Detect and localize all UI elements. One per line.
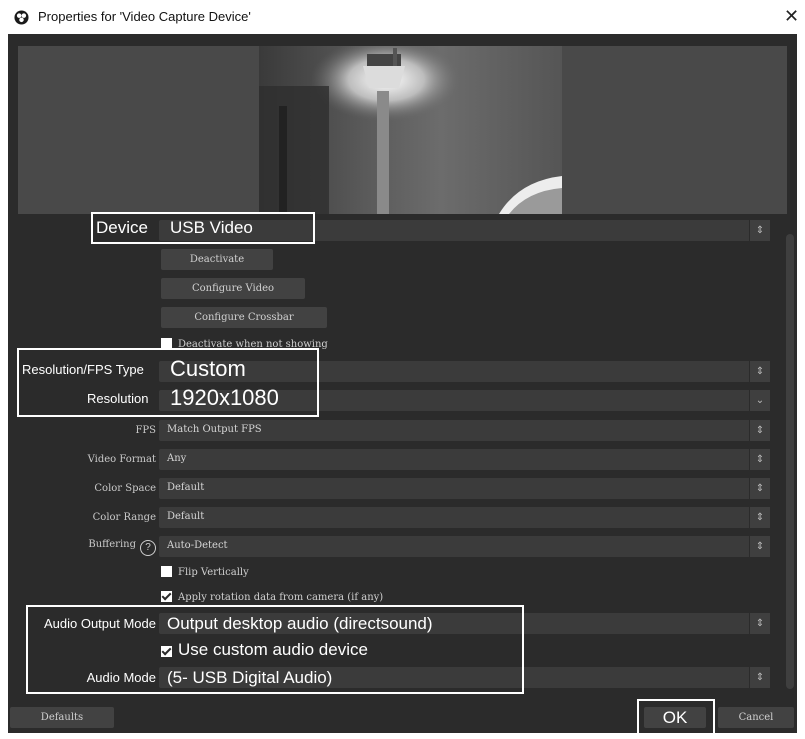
color-range-value: Default [167, 511, 205, 522]
updown-spinner-icon[interactable]: ⇕ [749, 478, 770, 499]
video-format-label: Video Format [87, 454, 156, 465]
color-range-label: Color Range [92, 512, 156, 523]
video-preview [18, 46, 787, 214]
updown-spinner-icon[interactable]: ⇕ [749, 536, 770, 557]
configure-crossbar-button[interactable]: Configure Crossbar [161, 307, 327, 328]
obs-logo-icon [14, 10, 29, 25]
close-icon[interactable]: ✕ [784, 5, 799, 27]
updown-spinner-icon[interactable]: ⇕ [749, 507, 770, 528]
updown-spinner-icon[interactable]: ⇕ [749, 361, 770, 382]
help-icon[interactable]: ? [140, 540, 156, 556]
configure-video-button[interactable]: Configure Video [161, 278, 305, 299]
color-space-label: Color Space [94, 483, 156, 494]
window-title: Properties for 'Video Capture Device' [38, 9, 251, 24]
resolution-value-large: 1920x1080 [170, 385, 279, 410]
fps-select[interactable]: Match Output FPS ⇕ [159, 420, 770, 441]
checkbox-box[interactable] [161, 566, 172, 577]
apply-rotation-checkbox[interactable]: Apply rotation data from camera (if any) [161, 591, 383, 603]
cancel-button[interactable]: Cancel [718, 707, 794, 728]
updown-spinner-icon[interactable]: ⇕ [749, 613, 770, 634]
buffering-value: Auto-Detect [167, 540, 228, 551]
video-format-value: Any [167, 453, 187, 464]
title-bar: Properties for 'Video Capture Device' ✕ [0, 0, 805, 34]
device-label-large: Device [96, 218, 148, 237]
checkbox-label: Apply rotation data from camera (if any) [178, 592, 384, 603]
checkbox-box[interactable] [161, 591, 172, 602]
buffering-select[interactable]: Auto-Detect ⇕ [159, 536, 770, 557]
color-space-value: Default [167, 482, 205, 493]
checkbox-label: Flip Vertically [178, 567, 249, 578]
updown-spinner-icon[interactable]: ⇕ [749, 667, 770, 688]
device-value-large: USB Video [170, 218, 253, 237]
updown-spinner-icon[interactable]: ⇕ [749, 220, 770, 241]
color-range-select[interactable]: Default ⇕ [159, 507, 770, 528]
fps-label: FPS [135, 425, 156, 436]
deactivate-button[interactable]: Deactivate [161, 249, 273, 270]
scrollbar[interactable] [786, 234, 794, 689]
properties-panel: Device USB Video ⇕ Deactivate Configure … [8, 34, 797, 737]
resolution-label-large: Resolution [87, 391, 149, 406]
resolution-fps-type-label-large: Resolution/FPS Type [22, 362, 144, 377]
ok-highlight-box [637, 699, 715, 737]
buffering-label: Buffering [88, 539, 136, 550]
camera-preview-image [259, 46, 562, 214]
chevron-down-icon[interactable]: ⌄ [749, 390, 770, 411]
updown-spinner-icon[interactable]: ⇕ [749, 420, 770, 441]
audio-highlight-box [26, 605, 524, 694]
video-format-select[interactable]: Any ⇕ [159, 449, 770, 470]
updown-spinner-icon[interactable]: ⇕ [749, 449, 770, 470]
fps-value: Match Output FPS [167, 424, 262, 435]
resolution-fps-type-value-large: Custom [170, 356, 246, 381]
flip-vertically-checkbox[interactable]: Flip Vertically [161, 566, 249, 578]
defaults-button[interactable]: Defaults [10, 707, 114, 728]
color-space-select[interactable]: Default ⇕ [159, 478, 770, 499]
